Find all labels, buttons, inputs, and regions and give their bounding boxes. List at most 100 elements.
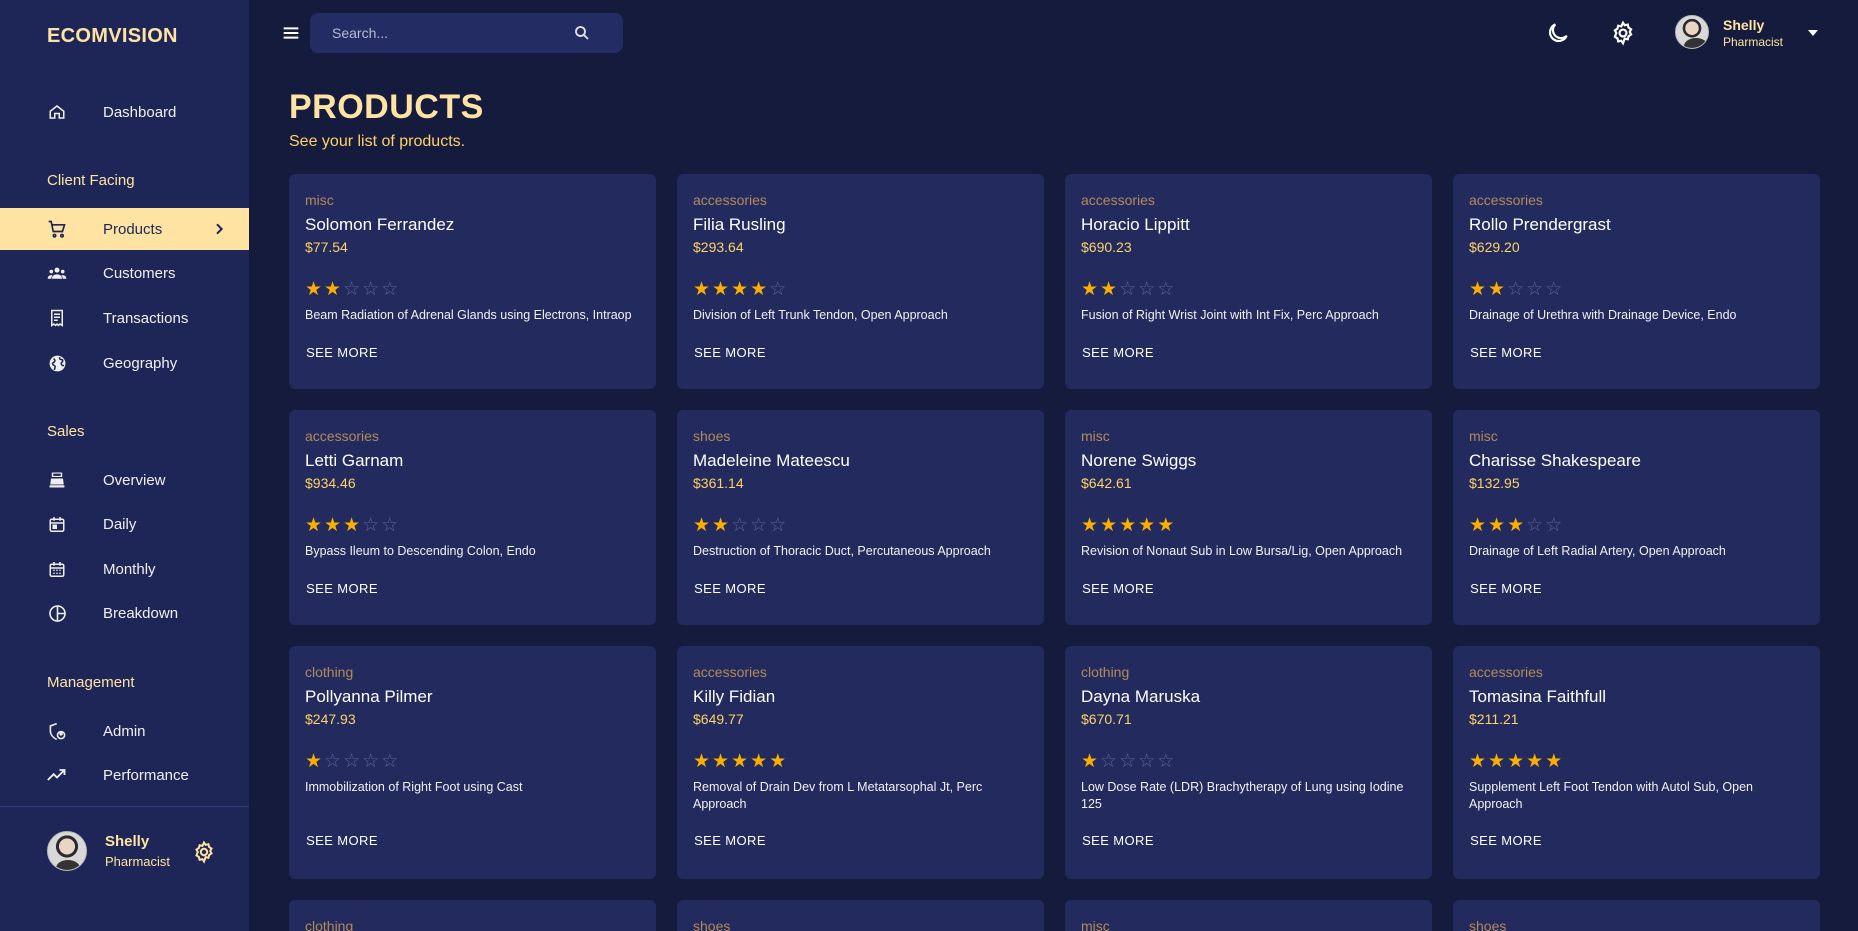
see-more-button[interactable]: SEE MORE — [305, 338, 379, 366]
sidebar-item-products[interactable]: Products — [0, 208, 249, 250]
see-more-button[interactable]: SEE MORE — [305, 826, 379, 854]
product-rating: ★ ★ ☆ ☆ ☆ — [693, 516, 786, 536]
sidebar-item-performance[interactable]: Performance — [0, 754, 249, 796]
product-card: shoes — [1453, 900, 1820, 931]
product-card: shoes Madeleine Mateescu $361.14 ★ ★ ☆ ☆ ☆ Destr… — [677, 410, 1044, 625]
star-empty-icon: ☆ — [1526, 515, 1544, 536]
star-filled-icon: ★ — [712, 751, 730, 772]
star-filled-icon: ★ — [1081, 515, 1099, 536]
star-filled-icon: ★ — [305, 751, 323, 772]
star-filled-icon: ★ — [324, 279, 342, 300]
product-card: accessories Killy Fidian $649.77 ★ ★ ★ ★ ★ Remov… — [677, 646, 1044, 879]
product-card: shoes — [677, 900, 1044, 931]
star-filled-icon: ★ — [324, 515, 342, 536]
sidebar-item-monthly[interactable]: Monthly — [0, 548, 249, 590]
product-category: misc — [1469, 428, 1498, 444]
product-rating: ★ ★ ★ ★ ☆ — [693, 280, 786, 300]
user-menu-button[interactable]: Shelly Pharmacist — [1675, 15, 1825, 51]
product-card: misc Charisse Shakespeare $132.95 ★ ★ ★ ☆ ☆ Drai… — [1453, 410, 1820, 625]
pie-chart-icon — [47, 603, 67, 623]
product-description: Low Dose Rate (LDR) Brachytherapy of Lun… — [1081, 780, 1404, 811]
see-more-button[interactable]: SEE MORE — [693, 574, 767, 602]
product-rating: ★ ★ ★ ☆ ☆ — [1469, 516, 1562, 536]
star-filled-icon: ★ — [1488, 515, 1506, 536]
sidebar-item-label: Overview — [103, 471, 166, 489]
product-card: misc — [1065, 900, 1432, 931]
product-category: misc — [1081, 918, 1110, 931]
product-category: clothing — [305, 664, 354, 680]
star-filled-icon: ★ — [693, 751, 711, 772]
product-category: accessories — [693, 192, 767, 208]
sidebar-item-transactions[interactable]: Transactions — [0, 297, 249, 339]
star-filled-icon: ★ — [712, 515, 730, 536]
dark-mode-moon-icon[interactable] — [1545, 20, 1571, 46]
star-empty-icon: ☆ — [362, 279, 380, 300]
product-category: accessories — [693, 664, 767, 680]
star-empty-icon: ☆ — [1100, 751, 1118, 772]
star-filled-icon: ★ — [1526, 751, 1544, 772]
group-icon — [47, 263, 67, 283]
menu-icon[interactable] — [280, 22, 302, 44]
star-filled-icon: ★ — [769, 751, 787, 772]
sidebar-item-label: Transactions — [103, 309, 189, 327]
settings-gear-icon[interactable] — [192, 840, 216, 864]
see-more-button[interactable]: SEE MORE — [305, 574, 379, 602]
see-more-button[interactable]: SEE MORE — [1469, 574, 1543, 602]
sidebar-item-geography[interactable]: Geography — [0, 342, 249, 384]
product-category: accessories — [1081, 192, 1155, 208]
product-name: Rollo Prendergrast — [1469, 215, 1611, 234]
product-card: clothing Pollyanna Pilmer $247.93 ★ ☆ ☆ ☆ ☆ Immo… — [289, 646, 656, 879]
search-icon[interactable] — [573, 24, 591, 42]
sidebar-item-label: Breakdown — [103, 604, 179, 622]
sidebar-item-dashboard[interactable]: Dashboard — [0, 91, 249, 133]
product-card: accessories Filia Rusling $293.64 ★ ★ ★ ★ ☆ Divi… — [677, 174, 1044, 389]
star-filled-icon: ★ — [343, 515, 361, 536]
star-empty-icon: ☆ — [381, 751, 399, 772]
star-empty-icon: ☆ — [1157, 279, 1175, 300]
product-rating: ★ ★ ★ ★ ★ — [1081, 516, 1174, 536]
star-empty-icon: ☆ — [731, 515, 749, 536]
product-name: Letti Garnam — [305, 451, 404, 470]
section-sales: Sales — [47, 423, 85, 440]
star-filled-icon: ★ — [1469, 279, 1487, 300]
product-category: clothing — [305, 918, 354, 931]
see-more-button[interactable]: SEE MORE — [1081, 574, 1155, 602]
globe-icon — [47, 353, 67, 373]
see-more-button[interactable]: SEE MORE — [1469, 338, 1543, 366]
product-price: $642.61 — [1081, 475, 1132, 491]
see-more-button[interactable]: SEE MORE — [693, 826, 767, 854]
product-description: Supplement Left Foot Tendon with Autol S… — [1469, 780, 1753, 811]
sidebar-item-customers[interactable]: Customers — [0, 252, 249, 294]
sidebar-item-daily[interactable]: Daily — [0, 503, 249, 545]
product-description: Beam Radiation of Adrenal Glands using E… — [305, 308, 632, 322]
search-bar — [310, 13, 623, 53]
star-empty-icon: ☆ — [343, 751, 361, 772]
sidebar-item-overview[interactable]: Overview — [0, 459, 249, 501]
see-more-button[interactable]: SEE MORE — [1081, 826, 1155, 854]
product-name: Pollyanna Pilmer — [305, 687, 433, 706]
product-category: accessories — [1469, 664, 1543, 680]
star-filled-icon: ★ — [1119, 515, 1137, 536]
star-empty-icon: ☆ — [1138, 279, 1156, 300]
product-card: clothing Dayna Maruska $670.71 ★ ☆ ☆ ☆ ☆ Low Dos… — [1065, 646, 1432, 879]
settings-gear-icon[interactable] — [1610, 20, 1636, 46]
product-name: Tomasina Faithfull — [1469, 687, 1607, 706]
product-rating: ★ ★ ★ ★ ★ — [1469, 752, 1562, 772]
sidebar-item-breakdown[interactable]: Breakdown — [0, 592, 249, 634]
product-price: $361.14 — [693, 475, 744, 491]
page-title: PRODUCTS — [289, 88, 484, 126]
star-filled-icon: ★ — [693, 515, 711, 536]
section-client-facing: Client Facing — [47, 172, 135, 189]
product-description: Fusion of Right Wrist Joint with Int Fix… — [1081, 308, 1379, 322]
sidebar-item-admin[interactable]: Admin — [0, 710, 249, 752]
product-description: Drainage of Left Radial Artery, Open App… — [1469, 544, 1726, 558]
product-category: accessories — [305, 428, 379, 444]
see-more-button[interactable]: SEE MORE — [1081, 338, 1155, 366]
search-input[interactable] — [332, 23, 562, 43]
star-filled-icon: ★ — [1138, 515, 1156, 536]
product-card: misc Solomon Ferrandez $77.54 ★ ★ ☆ ☆ ☆ Beam Rad… — [289, 174, 656, 389]
star-empty-icon: ☆ — [1507, 279, 1525, 300]
sidebar-item-label: Monthly — [103, 560, 156, 578]
see-more-button[interactable]: SEE MORE — [693, 338, 767, 366]
see-more-button[interactable]: SEE MORE — [1469, 826, 1543, 854]
